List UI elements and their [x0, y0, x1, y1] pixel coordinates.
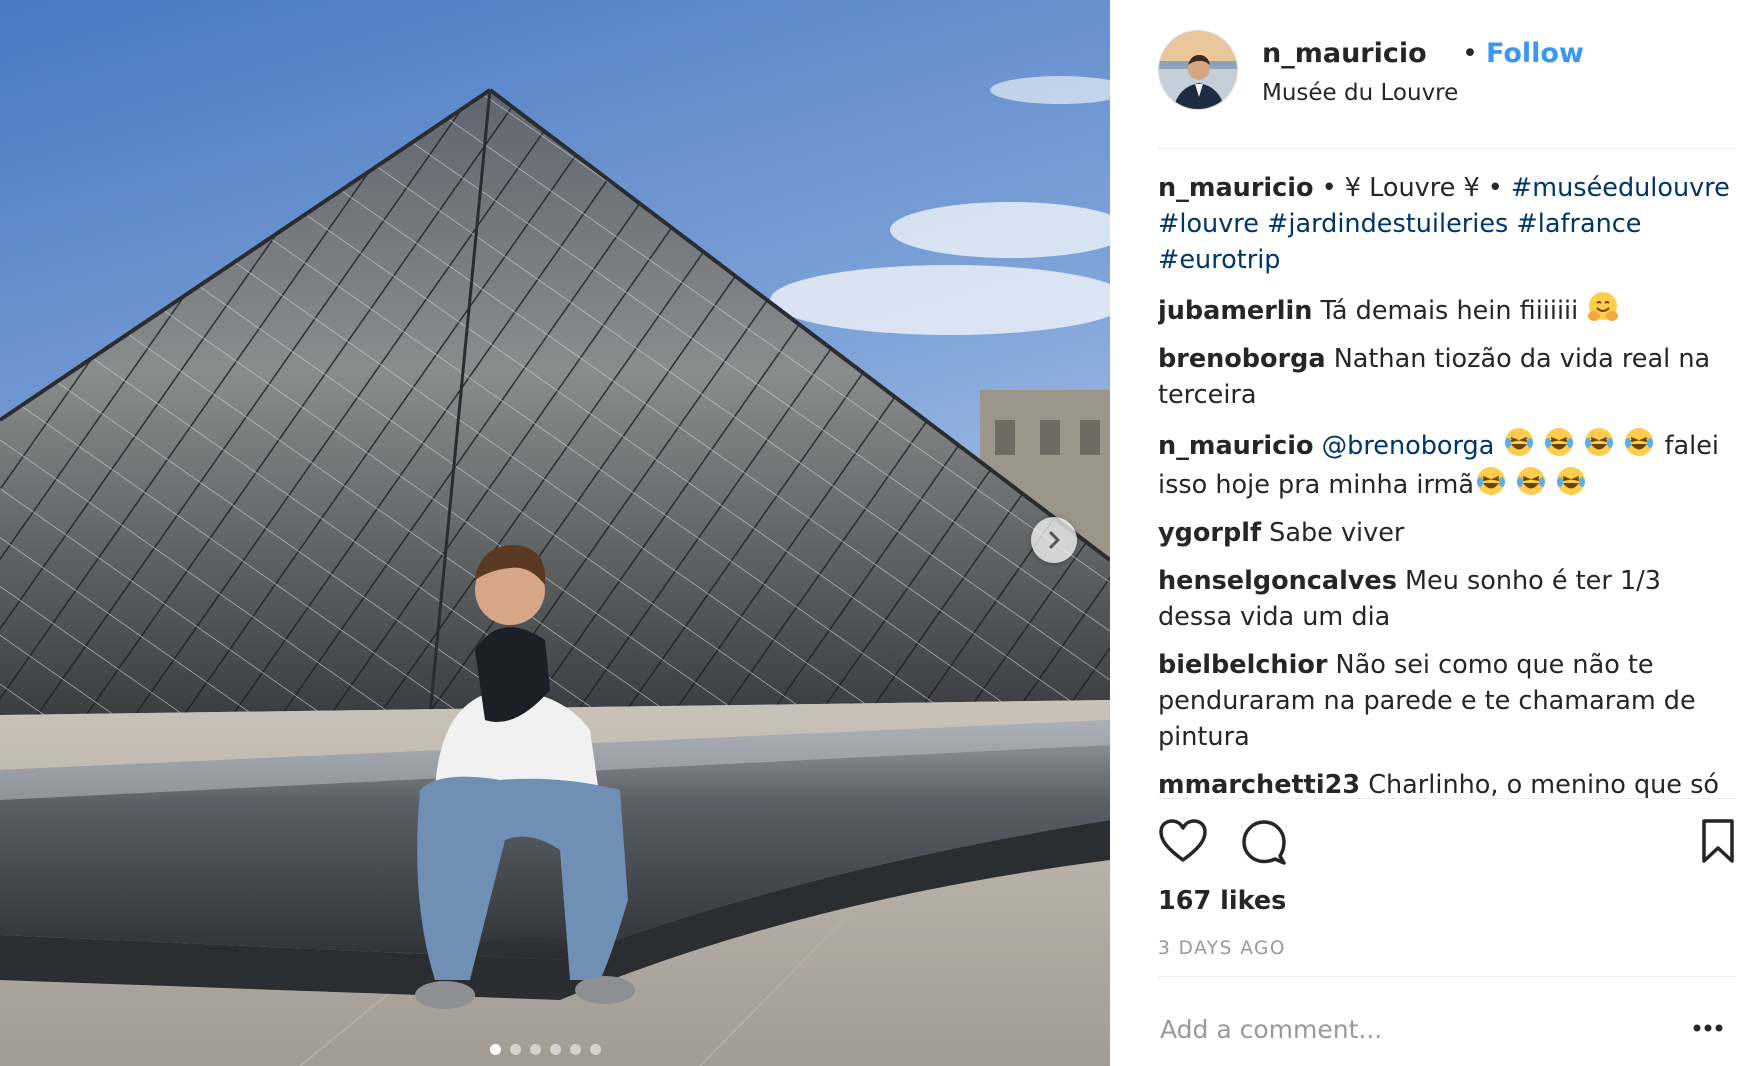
- more-options-button[interactable]: [1688, 1010, 1728, 1046]
- comment: henselgoncalves Meu sonho é ter 1/3 dess…: [1158, 563, 1742, 635]
- caption-username[interactable]: n_mauricio: [1158, 173, 1314, 203]
- laughing-tears-emoji-icon: [1585, 428, 1614, 456]
- comment-text: Charlinho, o menino que só: [1360, 770, 1719, 798]
- hugging-face-emoji-icon: [1588, 292, 1619, 321]
- emoji-group: [1502, 425, 1656, 459]
- follow-button[interactable]: Follow: [1486, 38, 1584, 69]
- comment-username[interactable]: brenoborga: [1158, 344, 1326, 374]
- hashtag[interactable]: #louvre: [1158, 209, 1259, 239]
- caption: n_mauricio • ¥ Louvre ¥ • #muséedulouvre…: [1158, 170, 1742, 278]
- mention[interactable]: @brenoborga: [1322, 431, 1495, 461]
- carousel-indicator: [490, 1044, 601, 1055]
- comment: jubamerlin Tá demais hein fiiiiiii: [1158, 290, 1742, 329]
- comment-username[interactable]: n_mauricio: [1158, 431, 1314, 461]
- carousel-dot: [550, 1044, 561, 1055]
- laughing-tears-emoji-icon: [1476, 467, 1505, 495]
- comment-text: Sabe viver: [1261, 518, 1405, 548]
- like-button[interactable]: [1158, 818, 1208, 868]
- carousel-dot: [510, 1044, 521, 1055]
- comment-button[interactable]: [1240, 818, 1288, 870]
- carousel-dot: [490, 1044, 501, 1055]
- post-timestamp: 3 DAYS AGO: [1158, 938, 1286, 959]
- save-button[interactable]: [1700, 818, 1736, 868]
- comments-list[interactable]: n_mauricio • ¥ Louvre ¥ • #muséedulouvre…: [1158, 170, 1742, 798]
- avatar[interactable]: [1158, 30, 1238, 110]
- comment-username[interactable]: bielbelchior: [1158, 650, 1327, 680]
- post-location[interactable]: Musée du Louvre: [1262, 80, 1458, 106]
- laughing-tears-emoji-icon: [1545, 428, 1574, 456]
- comment: n_mauricio @brenoborga falei isso hoje p…: [1158, 425, 1742, 503]
- comment-username[interactable]: ygorplf: [1158, 518, 1261, 548]
- heart-icon: [1159, 819, 1207, 862]
- chevron-right-icon: [1049, 531, 1060, 549]
- comment-username[interactable]: jubamerlin: [1158, 296, 1312, 326]
- emoji-group: [1586, 290, 1620, 324]
- comment-username[interactable]: henselgoncalves: [1158, 566, 1397, 596]
- action-bar: [1158, 818, 1736, 870]
- next-image-button[interactable]: [1031, 517, 1077, 563]
- author-username[interactable]: n_mauricio: [1262, 38, 1427, 69]
- louvre-pyramid-photo: [0, 0, 1110, 1066]
- caption-text: • ¥ Louvre ¥ •: [1313, 173, 1511, 203]
- comment: bielbelchior Não sei como que não te pen…: [1158, 647, 1742, 755]
- divider: [1158, 798, 1736, 799]
- carousel-dot: [570, 1044, 581, 1055]
- divider: [1158, 976, 1736, 977]
- hashtag[interactable]: #jardindestuileries: [1267, 209, 1508, 239]
- post-media[interactable]: [0, 0, 1110, 1066]
- laughing-tears-emoji-icon: [1556, 467, 1585, 495]
- hashtag[interactable]: #muséedulouvre: [1511, 173, 1730, 203]
- add-comment-input[interactable]: [1158, 1008, 1662, 1050]
- comment: brenoborga Nathan tiozão da vida real na…: [1158, 341, 1742, 413]
- comment-text: Tá demais hein fiiiiiii: [1312, 296, 1587, 326]
- comment-username[interactable]: mmarchetti23: [1158, 770, 1360, 798]
- laughing-tears-emoji-icon: [1625, 428, 1654, 456]
- hashtag[interactable]: #eurotrip: [1158, 245, 1281, 275]
- instagram-post: n_mauricio • Follow Musée du Louvre n_ma…: [0, 0, 1762, 1066]
- comment: mmarchetti23 Charlinho, o menino que só: [1158, 767, 1742, 798]
- likes-count[interactable]: 167 likes: [1158, 886, 1286, 916]
- post-panel: n_mauricio • Follow Musée du Louvre n_ma…: [1110, 0, 1762, 1066]
- hashtag[interactable]: #lafrance: [1516, 209, 1641, 239]
- bookmark-icon: [1702, 819, 1734, 863]
- post-header: n_mauricio • Follow Musée du Louvre: [1158, 30, 1742, 120]
- more-options-icon: [1693, 1024, 1723, 1032]
- header-separator: •: [1462, 38, 1478, 69]
- laughing-tears-emoji-icon: [1505, 428, 1534, 456]
- profile-photo: [1159, 31, 1237, 109]
- divider: [1158, 148, 1736, 149]
- carousel-dot: [530, 1044, 541, 1055]
- comment: ygorplf Sabe viver: [1158, 515, 1742, 551]
- carousel-dot: [590, 1044, 601, 1055]
- comment-icon: [1242, 820, 1286, 865]
- emoji-group: [1474, 464, 1588, 498]
- laughing-tears-emoji-icon: [1516, 467, 1545, 495]
